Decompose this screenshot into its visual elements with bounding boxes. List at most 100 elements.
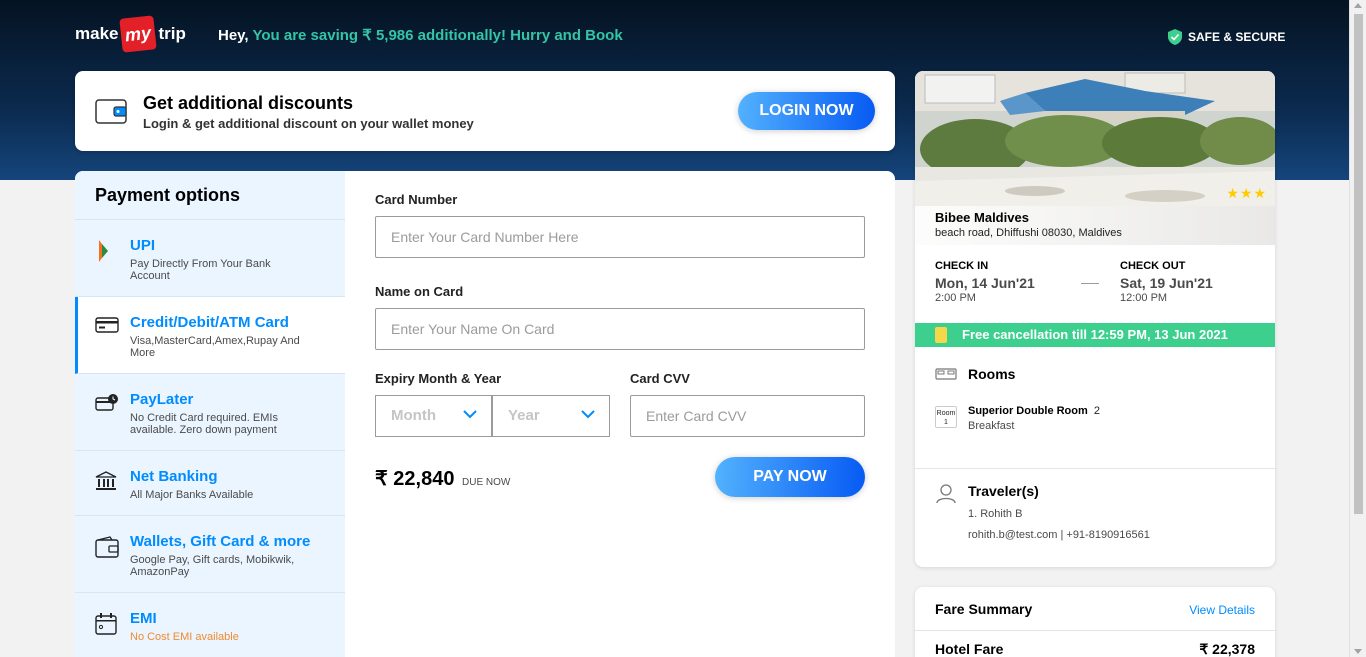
room-name-text: Superior Double Room xyxy=(968,405,1088,417)
fare-summary-card: Fare Summary View Details Hotel Fare ₹ 2… xyxy=(915,587,1275,657)
scroll-down-arrow-icon[interactable] xyxy=(1354,649,1362,654)
room-type: Superior Double Room 2 xyxy=(968,405,1100,417)
amount-value: ₹ 22,840 xyxy=(375,468,455,490)
wallet-icon xyxy=(95,99,127,124)
cancellation-tag-icon xyxy=(935,327,947,343)
travelers-heading: Traveler(s) xyxy=(968,483,1039,499)
emi-calendar-icon xyxy=(95,613,117,635)
card-number-input[interactable]: Enter Your Card Number Here xyxy=(375,216,865,258)
checkin-time: 2:00 PM xyxy=(935,292,976,304)
expiry-label: Expiry Month & Year xyxy=(375,371,502,386)
cvv-input[interactable]: Enter Card CVV xyxy=(630,395,865,437)
free-cancellation-text: Free cancellation till 12:59 PM, 13 Jun … xyxy=(962,327,1228,342)
chevron-down-icon xyxy=(463,410,477,419)
hotel-name-bar: Bibee Maldives beach road, Dhiffushi 080… xyxy=(915,206,1275,245)
logo-text-trip: trip xyxy=(158,24,186,43)
payment-option-label: Net Banking xyxy=(130,468,218,485)
payment-option-emi[interactable]: EMI No Cost EMI available xyxy=(75,593,345,657)
payment-option-desc: Pay Directly From Your Bank Account xyxy=(130,258,271,282)
hotel-summary-card: ★★★ Bibee Maldives beach road, Dhiffushi… xyxy=(915,71,1275,567)
payment-option-label: PayLater xyxy=(130,391,194,408)
payment-option-card[interactable]: Credit/Debit/ATM Card Visa,MasterCard,Am… xyxy=(75,297,345,374)
logo-text-make: make xyxy=(75,24,119,43)
discount-title: Get additional discounts xyxy=(143,93,354,113)
checkout-time: 12:00 PM xyxy=(1120,292,1168,304)
room-meal-plan: Breakfast xyxy=(968,420,1015,432)
hotel-address: beach road, Dhiffushi 08030, Maldives xyxy=(935,227,1122,239)
payment-option-upi[interactable]: UPI Pay Directly From Your Bank Account xyxy=(75,220,345,297)
free-cancellation-banner: Free cancellation till 12:59 PM, 13 Jun … xyxy=(915,323,1275,347)
savings-banner: Hey, You are saving ₹ 5,986 additionally… xyxy=(218,26,623,44)
wallet-icon xyxy=(95,536,119,558)
card-number-label: Card Number xyxy=(375,192,458,207)
due-now-label: DUE NOW xyxy=(462,477,511,488)
greeting-text: Hey, xyxy=(218,27,249,44)
hotel-name: Bibee Maldives xyxy=(935,210,1029,225)
safe-secure-badge: SAFE & SECURE xyxy=(1168,29,1285,45)
checkin-label: CHECK IN xyxy=(935,260,989,272)
pay-now-button[interactable]: PAY NOW xyxy=(715,457,865,497)
room-badge-label: Room xyxy=(936,410,956,417)
payment-option-paylater[interactable]: PayLater No Credit Card required. EMIs a… xyxy=(75,374,345,451)
star-rating: ★★★ xyxy=(1226,185,1267,201)
user-icon xyxy=(936,484,956,504)
bank-icon xyxy=(95,471,117,490)
payment-option-label: Wallets, Gift Card & more xyxy=(130,533,311,550)
payment-option-label: EMI xyxy=(130,610,157,627)
login-now-button[interactable]: LOGIN NOW xyxy=(738,92,875,130)
payment-option-netbanking[interactable]: Net Banking All Major Banks Available xyxy=(75,451,345,516)
payment-option-wallets[interactable]: Wallets, Gift Card & more Google Pay, Gi… xyxy=(75,516,345,593)
traveler-name: 1. Rohith B xyxy=(968,508,1023,520)
name-on-card-input[interactable]: Enter Your Name On Card xyxy=(375,308,865,350)
shield-check-icon xyxy=(1168,29,1182,45)
year-placeholder: Year xyxy=(508,407,540,424)
makemytrip-logo[interactable]: make my trip xyxy=(75,15,186,53)
amount-due: ₹ 22,840 DUE NOW xyxy=(375,466,510,491)
scroll-up-arrow-icon[interactable] xyxy=(1354,3,1362,8)
checkin-date: Mon, 14 Jun'21 xyxy=(935,275,1035,291)
payment-option-desc: No Cost EMI available xyxy=(130,631,239,643)
scrollbar-thumb[interactable] xyxy=(1354,14,1363,514)
name-on-card-label: Name on Card xyxy=(375,284,464,299)
fare-divider xyxy=(915,630,1275,631)
room-guest-count: 2 xyxy=(1093,405,1100,417)
payment-option-desc: All Major Banks Available xyxy=(130,489,254,501)
checkout-label: CHECK OUT xyxy=(1120,260,1186,272)
traveler-contact: rohith.b@test.com | +91-8190916561 xyxy=(968,529,1150,541)
bed-icon xyxy=(935,368,957,380)
paylater-icon xyxy=(95,394,118,411)
discount-subtitle: Login & get additional discount on your … xyxy=(143,116,474,131)
cvv-label: Card CVV xyxy=(630,371,690,386)
login-discount-card: Get additional discounts Login & get add… xyxy=(75,71,895,151)
checkout-block: CHECK OUT Sat, 19 Jun'21 12:00 PM xyxy=(1120,260,1213,304)
room-badge-number: 1 xyxy=(944,419,948,426)
payment-option-desc: No Credit Card required. EMIs available.… xyxy=(130,412,278,436)
card-icon xyxy=(95,317,119,333)
expiry-month-select[interactable]: Month xyxy=(375,395,492,437)
payment-option-label: Credit/Debit/ATM Card xyxy=(130,314,289,331)
payment-option-label: UPI xyxy=(130,237,156,254)
view-details-link[interactable]: View Details xyxy=(1189,603,1255,617)
month-placeholder: Month xyxy=(391,407,436,424)
secure-label: SAFE & SECURE xyxy=(1188,30,1286,44)
date-separator xyxy=(1081,283,1099,284)
chevron-down-icon xyxy=(581,410,595,419)
checkin-block: CHECK IN Mon, 14 Jun'21 2:00 PM xyxy=(935,260,1035,304)
payment-panel: Payment options UPI Pay Directly From Yo… xyxy=(75,171,895,657)
checkout-date: Sat, 19 Jun'21 xyxy=(1120,275,1213,291)
payment-options-sidebar: Payment options UPI Pay Directly From Yo… xyxy=(75,171,345,657)
bhim-upi-icon xyxy=(99,240,108,262)
room-number-badge: Room 1 xyxy=(935,406,957,428)
page-scrollbar[interactable] xyxy=(1349,0,1366,657)
section-divider xyxy=(915,468,1275,469)
savings-text: You are saving ₹ 5,986 additionally! Hur… xyxy=(252,27,623,44)
logo-text-my: my xyxy=(119,15,158,53)
hotel-fare-label: Hotel Fare xyxy=(935,641,1004,657)
payment-option-desc: Visa,MasterCard,Amex,Rupay And More xyxy=(130,335,300,359)
rooms-heading: Rooms xyxy=(968,366,1016,382)
fare-summary-heading: Fare Summary xyxy=(935,601,1033,617)
expiry-year-select[interactable]: Year xyxy=(492,395,610,437)
payment-options-heading: Payment options xyxy=(75,171,345,220)
payment-option-desc: Google Pay, Gift cards, Mobikwik, Amazon… xyxy=(130,554,295,578)
hotel-fare-value: ₹ 22,378 xyxy=(1199,641,1255,657)
